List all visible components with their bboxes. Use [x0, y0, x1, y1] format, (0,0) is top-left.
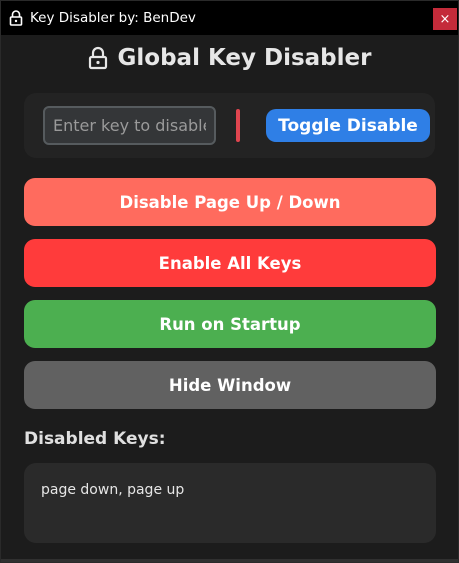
- key-input-panel: Toggle Disable: [24, 93, 435, 158]
- close-button[interactable]: ×: [433, 8, 457, 30]
- lock-icon: [88, 46, 108, 70]
- hide-window-button[interactable]: Hide Window: [24, 361, 436, 409]
- toggle-disable-button[interactable]: Toggle Disable: [266, 109, 430, 142]
- page-heading: Global Key Disabler: [1, 45, 458, 71]
- status-indicator: [236, 109, 240, 142]
- run-on-startup-button[interactable]: Run on Startup: [24, 300, 436, 348]
- app-window: Key Disabler by: BenDev × Global Key Dis…: [0, 0, 459, 563]
- disabled-keys-text: page down, page up: [41, 482, 185, 498]
- enable-all-keys-button[interactable]: Enable All Keys: [24, 239, 436, 287]
- title-bar[interactable]: Key Disabler by: BenDev ×: [1, 1, 458, 35]
- disabled-keys-box: page down, page up: [24, 463, 436, 543]
- lock-icon: [9, 10, 23, 26]
- page-title: Global Key Disabler: [117, 45, 372, 71]
- window-title: Key Disabler by: BenDev: [30, 10, 196, 26]
- disable-page-up-down-button[interactable]: Disable Page Up / Down: [24, 178, 436, 226]
- disabled-keys-label: Disabled Keys:: [24, 429, 166, 449]
- bottom-edge: [1, 559, 458, 562]
- key-input[interactable]: [43, 106, 216, 145]
